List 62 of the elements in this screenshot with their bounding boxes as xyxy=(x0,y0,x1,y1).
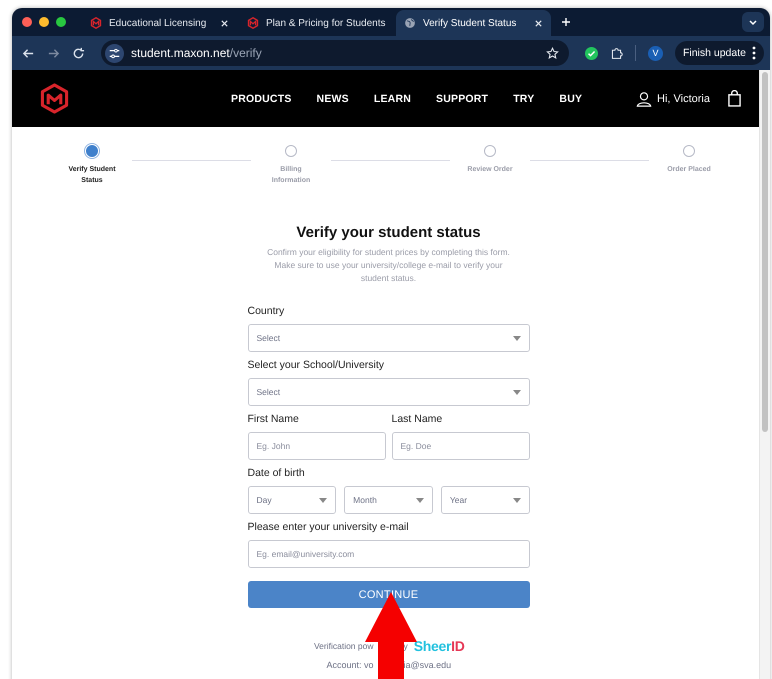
browser-tab[interactable]: Plan & Pricing for Students xyxy=(239,10,394,36)
brand-logo: SheerID xyxy=(414,638,465,654)
caret-icon xyxy=(512,498,521,502)
minimize-window-button[interactable] xyxy=(39,17,49,27)
text-field[interactable]: Eg. Doe xyxy=(392,432,530,460)
field-label: Please enter your university e-mail xyxy=(248,521,410,533)
browser-tab[interactable]: Verify Student Status xyxy=(396,10,551,36)
field-label: Select your School/University xyxy=(248,359,386,371)
new-tab-icon[interactable] xyxy=(561,17,571,27)
url-host: student.maxon.net xyxy=(131,46,230,60)
url-path: /verify xyxy=(230,46,262,60)
nav-link[interactable]: SUPPORT xyxy=(436,92,488,104)
field-label: First Name xyxy=(248,413,300,425)
text-field[interactable]: Eg. John xyxy=(248,432,386,460)
caret-icon xyxy=(416,498,424,502)
account-greeting[interactable]: Hi, Victoria xyxy=(657,92,710,104)
caret-icon xyxy=(512,390,520,394)
form-intro: Confirm your eligibility for student prices by completing this form. Make sure to use your university/college e-mail to verify your student status. xyxy=(266,246,511,285)
site-settings-icon[interactable] xyxy=(105,44,124,62)
user-icon[interactable] xyxy=(636,90,652,106)
select-dropdown[interactable]: Select xyxy=(248,378,530,406)
nav-link[interactable]: LEARN xyxy=(374,92,412,104)
profile-avatar[interactable]: V xyxy=(648,46,663,60)
field-label: Date of birth xyxy=(248,467,306,479)
select-dropdown[interactable]: Day xyxy=(248,486,336,514)
forward-icon[interactable] xyxy=(47,46,60,60)
close-icon[interactable] xyxy=(220,18,229,28)
shopping-bag-icon[interactable] xyxy=(728,90,741,107)
bookmark-star-icon[interactable] xyxy=(546,46,559,60)
close-icon[interactable] xyxy=(534,18,543,28)
field-label: Country xyxy=(248,305,286,317)
browser-tab[interactable]: Educational Licensing xyxy=(82,10,237,36)
check-circle-icon[interactable] xyxy=(584,46,598,60)
puzzle-piece-icon[interactable] xyxy=(610,46,623,60)
address-bar[interactable]: student.maxon.net/verify xyxy=(101,40,569,66)
cube-logo-icon xyxy=(247,17,259,29)
more-icon[interactable] xyxy=(752,46,756,60)
back-icon[interactable] xyxy=(22,46,35,60)
cube-logo-icon[interactable] xyxy=(40,83,69,114)
nav-link[interactable]: PRODUCTS xyxy=(231,92,292,104)
nav-link[interactable]: NEWS xyxy=(316,92,349,104)
account-text: Account: vo xyxy=(326,660,374,670)
text-field[interactable]: Eg. email@university.com xyxy=(248,540,530,568)
cube-logo-icon xyxy=(90,17,102,29)
field-label: Last Name xyxy=(392,413,444,425)
account-text: ia@sva.edu xyxy=(404,660,452,670)
nav-link[interactable]: TRY xyxy=(513,92,534,104)
powered-by-text: Verification pow xyxy=(314,641,374,651)
caret-icon xyxy=(512,336,520,340)
select-dropdown[interactable]: Year xyxy=(440,486,530,514)
caret-icon xyxy=(319,498,328,502)
maximize-window-button[interactable] xyxy=(56,17,66,27)
reload-icon[interactable] xyxy=(72,46,85,60)
powered-by-text: y xyxy=(404,641,408,651)
select-dropdown[interactable]: Select xyxy=(248,324,530,352)
globe-icon xyxy=(404,17,416,29)
nav-link[interactable]: BUY xyxy=(559,92,582,104)
finish-update-button[interactable]: Finish update xyxy=(674,41,764,65)
tab-search-button[interactable] xyxy=(742,12,764,32)
select-dropdown[interactable]: Month xyxy=(344,486,433,514)
form-title: Verify your student status xyxy=(295,224,482,241)
close-window-button[interactable] xyxy=(22,17,32,27)
